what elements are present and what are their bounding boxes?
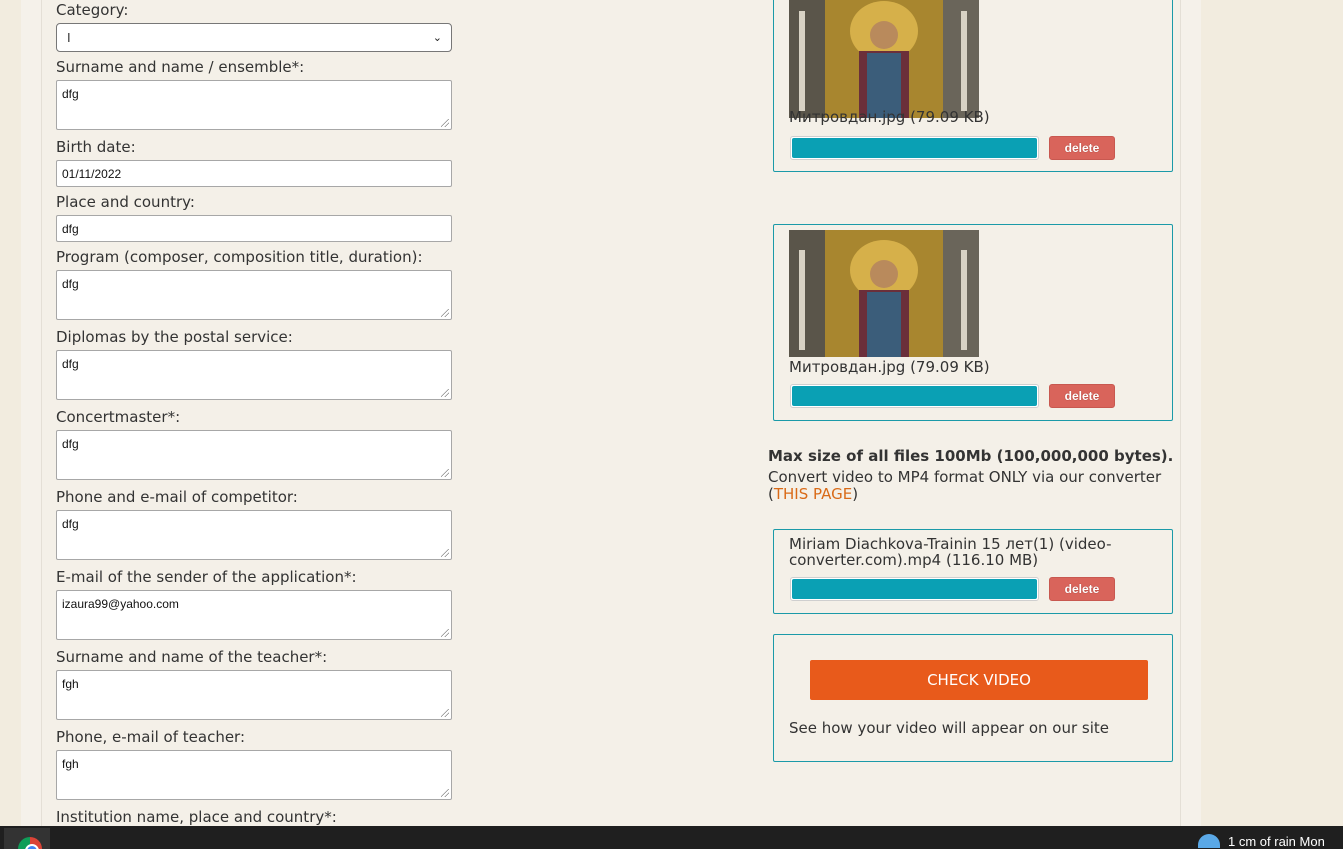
video-progress-bar [790, 577, 1039, 601]
upload-box: Митровдан.jpg (79.09 KB) delete [773, 0, 1173, 172]
field-label-competitor-contact: Phone and e-mail of competitor: [56, 488, 298, 506]
check-video-hint: See how your video will appear on our si… [789, 719, 1109, 737]
category-select[interactable]: I ⌄ [56, 23, 452, 52]
place-field[interactable]: dfg [56, 215, 452, 242]
convert-close: ) [852, 485, 859, 503]
sender-email-field[interactable]: izaura99@yahoo.com [56, 590, 452, 640]
converter-link[interactable]: THIS PAGE [774, 485, 852, 503]
upload-progress-fill [792, 386, 1037, 406]
field-label-program: Program (composer, composition title, du… [56, 248, 423, 266]
field-label-place: Place and country: [56, 193, 195, 211]
birth-date-field[interactable]: 01/11/2022 [56, 160, 452, 187]
competitor-contact-field[interactable]: dfg [56, 510, 452, 560]
teacher-name-field[interactable]: fgh [56, 670, 452, 720]
diplomas-field[interactable]: dfg [56, 350, 452, 400]
category-value: I [67, 30, 71, 45]
max-size-note: Max size of all files 100Mb (100,000,000… [768, 447, 1174, 465]
field-label-diplomas: Diplomas by the postal service: [56, 328, 293, 346]
weather-text: 1 cm of rain Mon [1228, 834, 1325, 849]
uploaded-image-thumbnail [789, 0, 979, 118]
video-filename: Miriam Diachkova-Trainin 15 лет(1) (vide… [789, 535, 1112, 569]
weather-widget[interactable]: 1 cm of rain Mon [1198, 834, 1325, 849]
check-video-box: CHECK VIDEO See how your video will appe… [773, 634, 1173, 762]
field-label-institution: Institution name, place and country*: [56, 808, 337, 826]
field-label-birth-date: Birth date: [56, 138, 136, 156]
concertmaster-field[interactable]: dfg [56, 430, 452, 480]
upload-progress-bar [790, 136, 1039, 160]
category-label: Category: [56, 1, 129, 19]
uploaded-image-thumbnail [789, 230, 979, 357]
delete-button[interactable]: delete [1049, 577, 1115, 601]
program-field[interactable]: dfg [56, 270, 452, 320]
upload-progress-fill [792, 138, 1037, 158]
name-field[interactable]: dfg [56, 80, 452, 130]
field-label-teacher-name: Surname and name of the teacher*: [56, 648, 328, 666]
upload-filename: Митровдан.jpg (79.09 KB) [789, 108, 990, 126]
upload-progress-bar [790, 384, 1039, 408]
convert-note: Convert video to MP4 format ONLY via our… [768, 469, 1178, 503]
delete-button[interactable]: delete [1049, 384, 1115, 408]
video-progress-fill [792, 579, 1037, 599]
chrome-taskbar-button[interactable] [4, 828, 50, 849]
delete-button[interactable]: delete [1049, 136, 1115, 160]
video-upload-box: Miriam Diachkova-Trainin 15 лет(1) (vide… [773, 529, 1173, 614]
upload-filename: Митровдан.jpg (79.09 KB) [789, 358, 990, 376]
field-label-name: Surname and name / ensemble*: [56, 58, 305, 76]
rain-cloud-icon [1198, 834, 1220, 848]
taskbar: 1 cm of rain Mon [0, 826, 1343, 849]
chrome-icon [18, 837, 42, 849]
check-video-button[interactable]: CHECK VIDEO [810, 660, 1148, 700]
field-label-concertmaster: Concertmaster*: [56, 408, 181, 426]
field-label-teacher-contact: Phone, e-mail of teacher: [56, 728, 246, 746]
teacher-contact-field[interactable]: fgh [56, 750, 452, 800]
upload-box: Митровдан.jpg (79.09 KB) delete [773, 224, 1173, 421]
field-label-sender-email: E-mail of the sender of the application*… [56, 568, 357, 586]
chevron-down-icon: ⌄ [432, 32, 442, 44]
